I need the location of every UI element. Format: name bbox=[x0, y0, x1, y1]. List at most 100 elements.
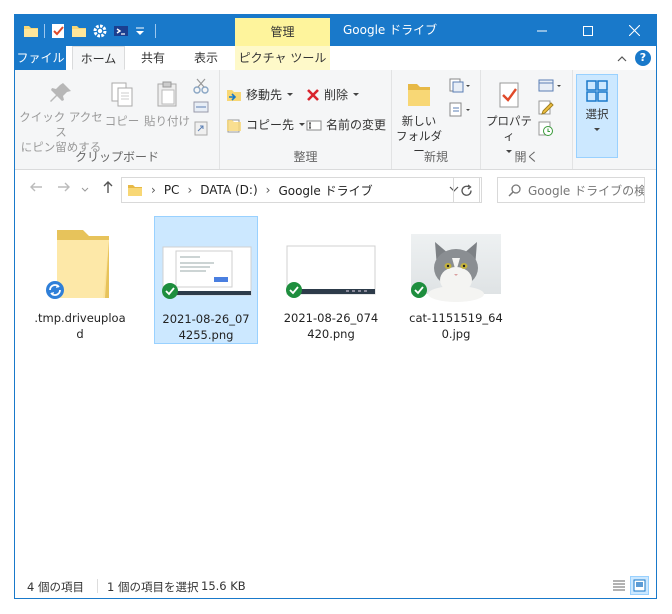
large-icons-view-button[interactable] bbox=[630, 576, 649, 595]
organize-group: 移動先 削除 コピー先 名前の変更 整理 bbox=[220, 70, 392, 169]
dropdown-arrow-icon bbox=[594, 128, 600, 131]
pin-quick-access-button[interactable]: クイック アクセス にピン留めする bbox=[19, 80, 103, 155]
properties-icon[interactable] bbox=[50, 23, 66, 39]
back-arrow-icon bbox=[30, 182, 42, 192]
title-bar: 管理 Google ドライブ bbox=[15, 15, 656, 46]
folder-icon bbox=[23, 23, 39, 39]
easy-access-icon[interactable] bbox=[448, 102, 472, 118]
file-item-tmp-folder[interactable]: .tmp.driveupload bbox=[28, 216, 132, 344]
refresh-icon bbox=[461, 184, 472, 196]
image-thumbnail-icon bbox=[286, 245, 376, 298]
quick-access-toolbar bbox=[23, 21, 156, 41]
close-icon bbox=[628, 25, 640, 36]
tab-share[interactable]: 共有 bbox=[133, 46, 173, 70]
tab-home[interactable]: ホーム bbox=[72, 46, 125, 70]
explorer-window: 管理 Google ドライブ ファイル ホーム 共有 表示 ピクチャ ツール ?… bbox=[14, 14, 657, 599]
refresh-button[interactable] bbox=[453, 177, 480, 203]
rename-icon bbox=[306, 120, 322, 130]
maximize-button[interactable] bbox=[565, 15, 611, 46]
window-title: Google ドライブ bbox=[343, 23, 438, 37]
details-view-icon bbox=[613, 580, 625, 591]
cut-scissors-icon[interactable] bbox=[193, 78, 209, 94]
edit-icon[interactable] bbox=[537, 99, 555, 115]
item-count: 4 個の項目 bbox=[27, 580, 84, 594]
selection-count: 1 個の項目を選択 bbox=[107, 580, 199, 594]
dropdown-arrow-icon bbox=[299, 122, 306, 126]
select-button[interactable]: 選択 bbox=[576, 74, 618, 158]
move-to-icon bbox=[227, 89, 241, 101]
minimize-icon bbox=[537, 30, 547, 31]
forward-button[interactable] bbox=[55, 180, 73, 198]
large-icons-view-icon bbox=[633, 579, 646, 592]
history-icon[interactable] bbox=[537, 120, 555, 136]
open-group-label: 開く bbox=[514, 150, 539, 164]
breadcrumb-separator-icon: › bbox=[265, 183, 271, 197]
cat-photo-thumbnail-icon bbox=[411, 234, 501, 302]
settings-gear-icon[interactable] bbox=[92, 23, 108, 39]
new-folder-icon bbox=[408, 84, 430, 106]
help-button[interactable]: ? bbox=[635, 50, 651, 66]
customize-dropdown-icon[interactable] bbox=[134, 23, 150, 39]
status-bar: 4 個の項目 1 個の項目を選択 15.6 KB bbox=[15, 575, 656, 598]
paste-button[interactable]: 貼り付け bbox=[143, 80, 191, 129]
image-thumbnail-icon bbox=[162, 246, 252, 299]
minimize-button[interactable] bbox=[519, 15, 565, 46]
select-grid-icon bbox=[586, 80, 608, 102]
ribbon: クイック アクセス にピン留めする コピー 貼り付け クリップボード 移動先 削… bbox=[15, 70, 656, 170]
forward-arrow-icon bbox=[58, 182, 70, 192]
file-list: .tmp.driveupload 2021-08-26_074255.png 2… bbox=[15, 210, 656, 577]
copy-icon bbox=[111, 82, 133, 107]
tab-picture-tools[interactable]: ピクチャ ツール bbox=[235, 46, 330, 70]
open-group: プロパティ 開く bbox=[481, 70, 573, 169]
tab-file[interactable]: ファイル bbox=[15, 46, 66, 70]
up-button[interactable] bbox=[99, 180, 117, 198]
file-item-cat-jpg[interactable]: cat-1151519_640.jpg bbox=[404, 216, 508, 344]
clipboard-group-label: クリップボード bbox=[74, 150, 159, 164]
navigation-bar: › PC › DATA (D:) › Google ドライブ Google ドラ… bbox=[15, 170, 656, 210]
paste-shortcut-icon[interactable] bbox=[193, 120, 209, 136]
copy-path-icon[interactable] bbox=[193, 100, 209, 114]
rename-button[interactable]: 名前の変更 bbox=[306, 116, 386, 133]
delete-x-icon bbox=[307, 88, 319, 101]
select-group: 選択 bbox=[576, 70, 620, 169]
search-box[interactable]: Google ドライブの検... bbox=[497, 177, 645, 203]
breadcrumb-data-drive[interactable]: DATA (D:) bbox=[200, 183, 257, 197]
paste-icon bbox=[157, 81, 177, 107]
back-button[interactable] bbox=[27, 180, 45, 198]
tab-view[interactable]: 表示 bbox=[185, 46, 227, 70]
close-button[interactable] bbox=[611, 15, 656, 46]
file-name: cat-1151519_640.jpg bbox=[409, 311, 503, 341]
file-item-png-1[interactable]: 2021-08-26_074255.png bbox=[154, 216, 258, 344]
move-to-button[interactable]: 移動先 bbox=[226, 86, 294, 103]
new-group: 新しい フォルダー 新規 bbox=[392, 70, 481, 169]
details-view-button[interactable] bbox=[611, 578, 627, 597]
folder-icon bbox=[128, 185, 142, 196]
chevron-up-icon bbox=[617, 56, 627, 62]
file-name: .tmp.driveupload bbox=[34, 311, 126, 341]
open-icon[interactable] bbox=[537, 78, 563, 94]
clipboard-group: クイック アクセス にピン留めする コピー 貼り付け クリップボード bbox=[15, 70, 220, 169]
new-item-icon[interactable] bbox=[448, 78, 472, 94]
ribbon-tab-row: ファイル ホーム 共有 表示 ピクチャ ツール ? bbox=[15, 46, 656, 71]
address-bar[interactable]: › PC › DATA (D:) › Google ドライブ bbox=[121, 177, 482, 203]
file-name: 2021-08-26_074255.png bbox=[162, 312, 250, 342]
file-item-png-2[interactable]: 2021-08-26_074420.png bbox=[279, 216, 383, 344]
organize-group-label: 整理 bbox=[293, 150, 318, 164]
breadcrumb-pc[interactable]: PC bbox=[164, 183, 180, 197]
copy-to-icon bbox=[227, 119, 241, 132]
manage-context-tab[interactable]: 管理 bbox=[235, 18, 330, 46]
powershell-icon[interactable] bbox=[113, 23, 129, 39]
search-placeholder: Google ドライブの検... bbox=[528, 183, 645, 198]
chevron-down-icon bbox=[81, 187, 89, 192]
new-folder-icon[interactable] bbox=[71, 23, 87, 39]
copy-to-button[interactable]: コピー先 bbox=[226, 116, 306, 133]
search-icon bbox=[508, 184, 521, 197]
copy-button[interactable]: コピー bbox=[101, 80, 143, 129]
recent-locations-button[interactable] bbox=[79, 180, 91, 198]
properties-icon bbox=[499, 82, 519, 108]
delete-button[interactable]: 削除 bbox=[306, 86, 360, 103]
dropdown-arrow-icon bbox=[353, 92, 360, 96]
breadcrumb-google-drive[interactable]: Google ドライブ bbox=[278, 182, 372, 199]
collapse-ribbon-button[interactable] bbox=[613, 48, 631, 68]
file-name: 2021-08-26_074420.png bbox=[283, 311, 379, 341]
